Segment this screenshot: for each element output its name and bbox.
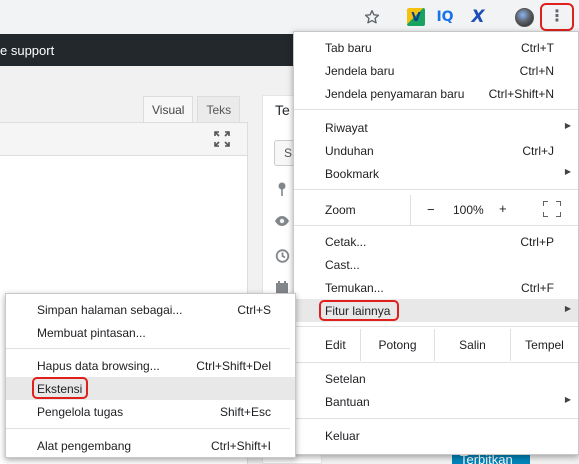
paste-button[interactable]: Tempel xyxy=(510,329,578,361)
menu-item-print[interactable]: Cetak... Ctrl+P xyxy=(294,230,578,253)
menu-item-shortcut: Ctrl+Shift+I xyxy=(210,439,271,453)
menu-item-label: Alat pengembang xyxy=(37,439,132,453)
menu-item-shortcut: Ctrl+T xyxy=(521,41,554,55)
menu-item-shortcut: Ctrl+S xyxy=(237,303,271,317)
chrome-main-menu: Tab baru Ctrl+T Jendela baru Ctrl+N Jend… xyxy=(293,31,579,455)
menu-item-label: Temukan... xyxy=(325,281,384,295)
vertical-dots-icon: ⋮ xyxy=(549,8,565,25)
menu-item-label: Keluar xyxy=(325,429,360,443)
menu-item-shortcut: Ctrl+J xyxy=(522,144,554,158)
menu-item-label: Cast... xyxy=(325,258,360,272)
tab-visual[interactable]: Visual xyxy=(143,96,194,123)
menu-item-label: Membuat pintasan... xyxy=(37,326,146,340)
zoom-level: 100% xyxy=(453,203,484,217)
menu-item-create-shortcut[interactable]: Membuat pintasan... xyxy=(6,321,295,344)
menu-divider xyxy=(294,225,578,226)
menu-item-label: Riwayat xyxy=(325,121,368,135)
menu-item-label: Pengelola tugas xyxy=(37,405,124,419)
zoom-controls: − 100% + xyxy=(410,195,578,225)
menu-item-label: Bantuan xyxy=(325,395,370,409)
menu-item-shortcut: Ctrl+N xyxy=(519,64,554,78)
menu-item-developer-tools[interactable]: Alat pengembang Ctrl+Shift+I xyxy=(6,434,295,457)
expand-icon[interactable] xyxy=(213,131,231,149)
browser-toolbar: V IQ X ⋮ xyxy=(0,0,579,34)
menu-item-cast[interactable]: Cast... xyxy=(294,253,578,276)
menu-divider xyxy=(294,189,578,190)
menu-item-label: Hapus data browsing... xyxy=(37,359,160,373)
submenu-arrow-icon: ▶ xyxy=(564,121,571,130)
menu-divider xyxy=(294,362,578,363)
menu-item-label: Jendela penyamaran baru xyxy=(325,87,465,101)
admin-bar-support-link[interactable]: e support xyxy=(0,43,54,58)
menu-item-shortcut: Ctrl+Shift+Del xyxy=(196,359,271,373)
submenu-arrow-icon: ▶ xyxy=(564,304,571,313)
edit-label: Edit xyxy=(325,338,346,352)
menu-item-shortcut: Ctrl+P xyxy=(520,235,554,249)
menu-item-incognito[interactable]: Jendela penyamaran baru Ctrl+Shift+N xyxy=(294,82,578,105)
menu-divider xyxy=(6,428,290,429)
menu-item-label: Cetak... xyxy=(325,235,367,249)
chrome-menu-button[interactable]: ⋮ xyxy=(540,3,574,31)
editor-toolbar xyxy=(0,122,248,156)
bookmark-star-icon[interactable] xyxy=(360,5,384,29)
submenu-arrow-icon: ▶ xyxy=(564,395,571,404)
highlight-outline xyxy=(319,300,399,321)
menu-item-exit[interactable]: Keluar xyxy=(294,424,578,447)
cut-button[interactable]: Potong xyxy=(360,329,434,361)
menu-item-shortcut: Ctrl+Shift+N xyxy=(488,87,554,101)
menu-item-downloads[interactable]: Unduhan Ctrl+J xyxy=(294,139,578,162)
fullscreen-icon[interactable] xyxy=(543,201,561,217)
menu-zoom-row: Zoom − 100% + xyxy=(294,195,578,225)
menu-item-label: Unduhan xyxy=(325,144,374,158)
menu-divider xyxy=(294,418,578,419)
menu-item-save-page[interactable]: Simpan halaman sebagai... Ctrl+S xyxy=(6,298,295,321)
zoom-label: Zoom xyxy=(325,203,356,217)
more-tools-submenu: Simpan halaman sebagai... Ctrl+S Membuat… xyxy=(5,293,296,458)
pin-icon xyxy=(274,181,290,197)
eye-icon xyxy=(274,214,290,230)
menu-item-shortcut: Shift+Esc xyxy=(219,405,271,419)
copy-button[interactable]: Salin xyxy=(434,329,510,361)
menu-item-clear-browsing-data[interactable]: Hapus data browsing... Ctrl+Shift+Del xyxy=(6,354,295,377)
menu-item-label: Jendela baru xyxy=(325,64,395,78)
menu-divider xyxy=(6,348,290,349)
menu-item-help[interactable]: Bantuan ▶ xyxy=(294,390,578,413)
history-icon xyxy=(274,248,290,264)
menu-item-label: Bookmark xyxy=(325,167,380,181)
menu-item-label: Setelan xyxy=(325,372,366,386)
avatar-image xyxy=(514,7,534,27)
menu-item-label: Tab baru xyxy=(325,41,372,55)
menu-item-bookmarks[interactable]: Bookmark ▶ xyxy=(294,162,578,185)
highlight-outline xyxy=(32,377,88,399)
menu-item-settings[interactable]: Setelan xyxy=(294,367,578,390)
submenu-arrow-icon: ▶ xyxy=(564,167,571,176)
zoom-out-button[interactable]: − xyxy=(427,202,435,217)
menu-divider xyxy=(294,109,578,110)
menu-item-new-window[interactable]: Jendela baru Ctrl+N xyxy=(294,59,578,82)
extension-x-icon[interactable]: X xyxy=(466,5,490,29)
menu-item-history[interactable]: Riwayat ▶ xyxy=(294,116,578,139)
extension-v-label: V xyxy=(407,8,425,26)
profile-avatar[interactable] xyxy=(512,5,536,29)
menu-item-find[interactable]: Temukan... Ctrl+F xyxy=(294,276,578,299)
menu-item-label: Simpan halaman sebagai... xyxy=(37,303,183,317)
publish-panel-title: Te xyxy=(275,102,290,118)
zoom-in-button[interactable]: + xyxy=(499,201,507,216)
menu-item-shortcut: Ctrl+F xyxy=(521,281,554,295)
menu-item-new-tab[interactable]: Tab baru Ctrl+T xyxy=(294,36,578,59)
menu-item-task-manager[interactable]: Pengelola tugas Shift+Esc xyxy=(6,400,295,423)
extension-iq-icon[interactable]: IQ xyxy=(433,5,457,29)
menu-divider xyxy=(294,326,578,327)
editor-tabs: Visual Teks xyxy=(143,96,241,123)
menu-edit-row: Edit Potong Salin Tempel xyxy=(294,329,578,361)
tab-text[interactable]: Teks xyxy=(197,96,241,123)
extension-v-icon[interactable]: V xyxy=(404,5,428,29)
